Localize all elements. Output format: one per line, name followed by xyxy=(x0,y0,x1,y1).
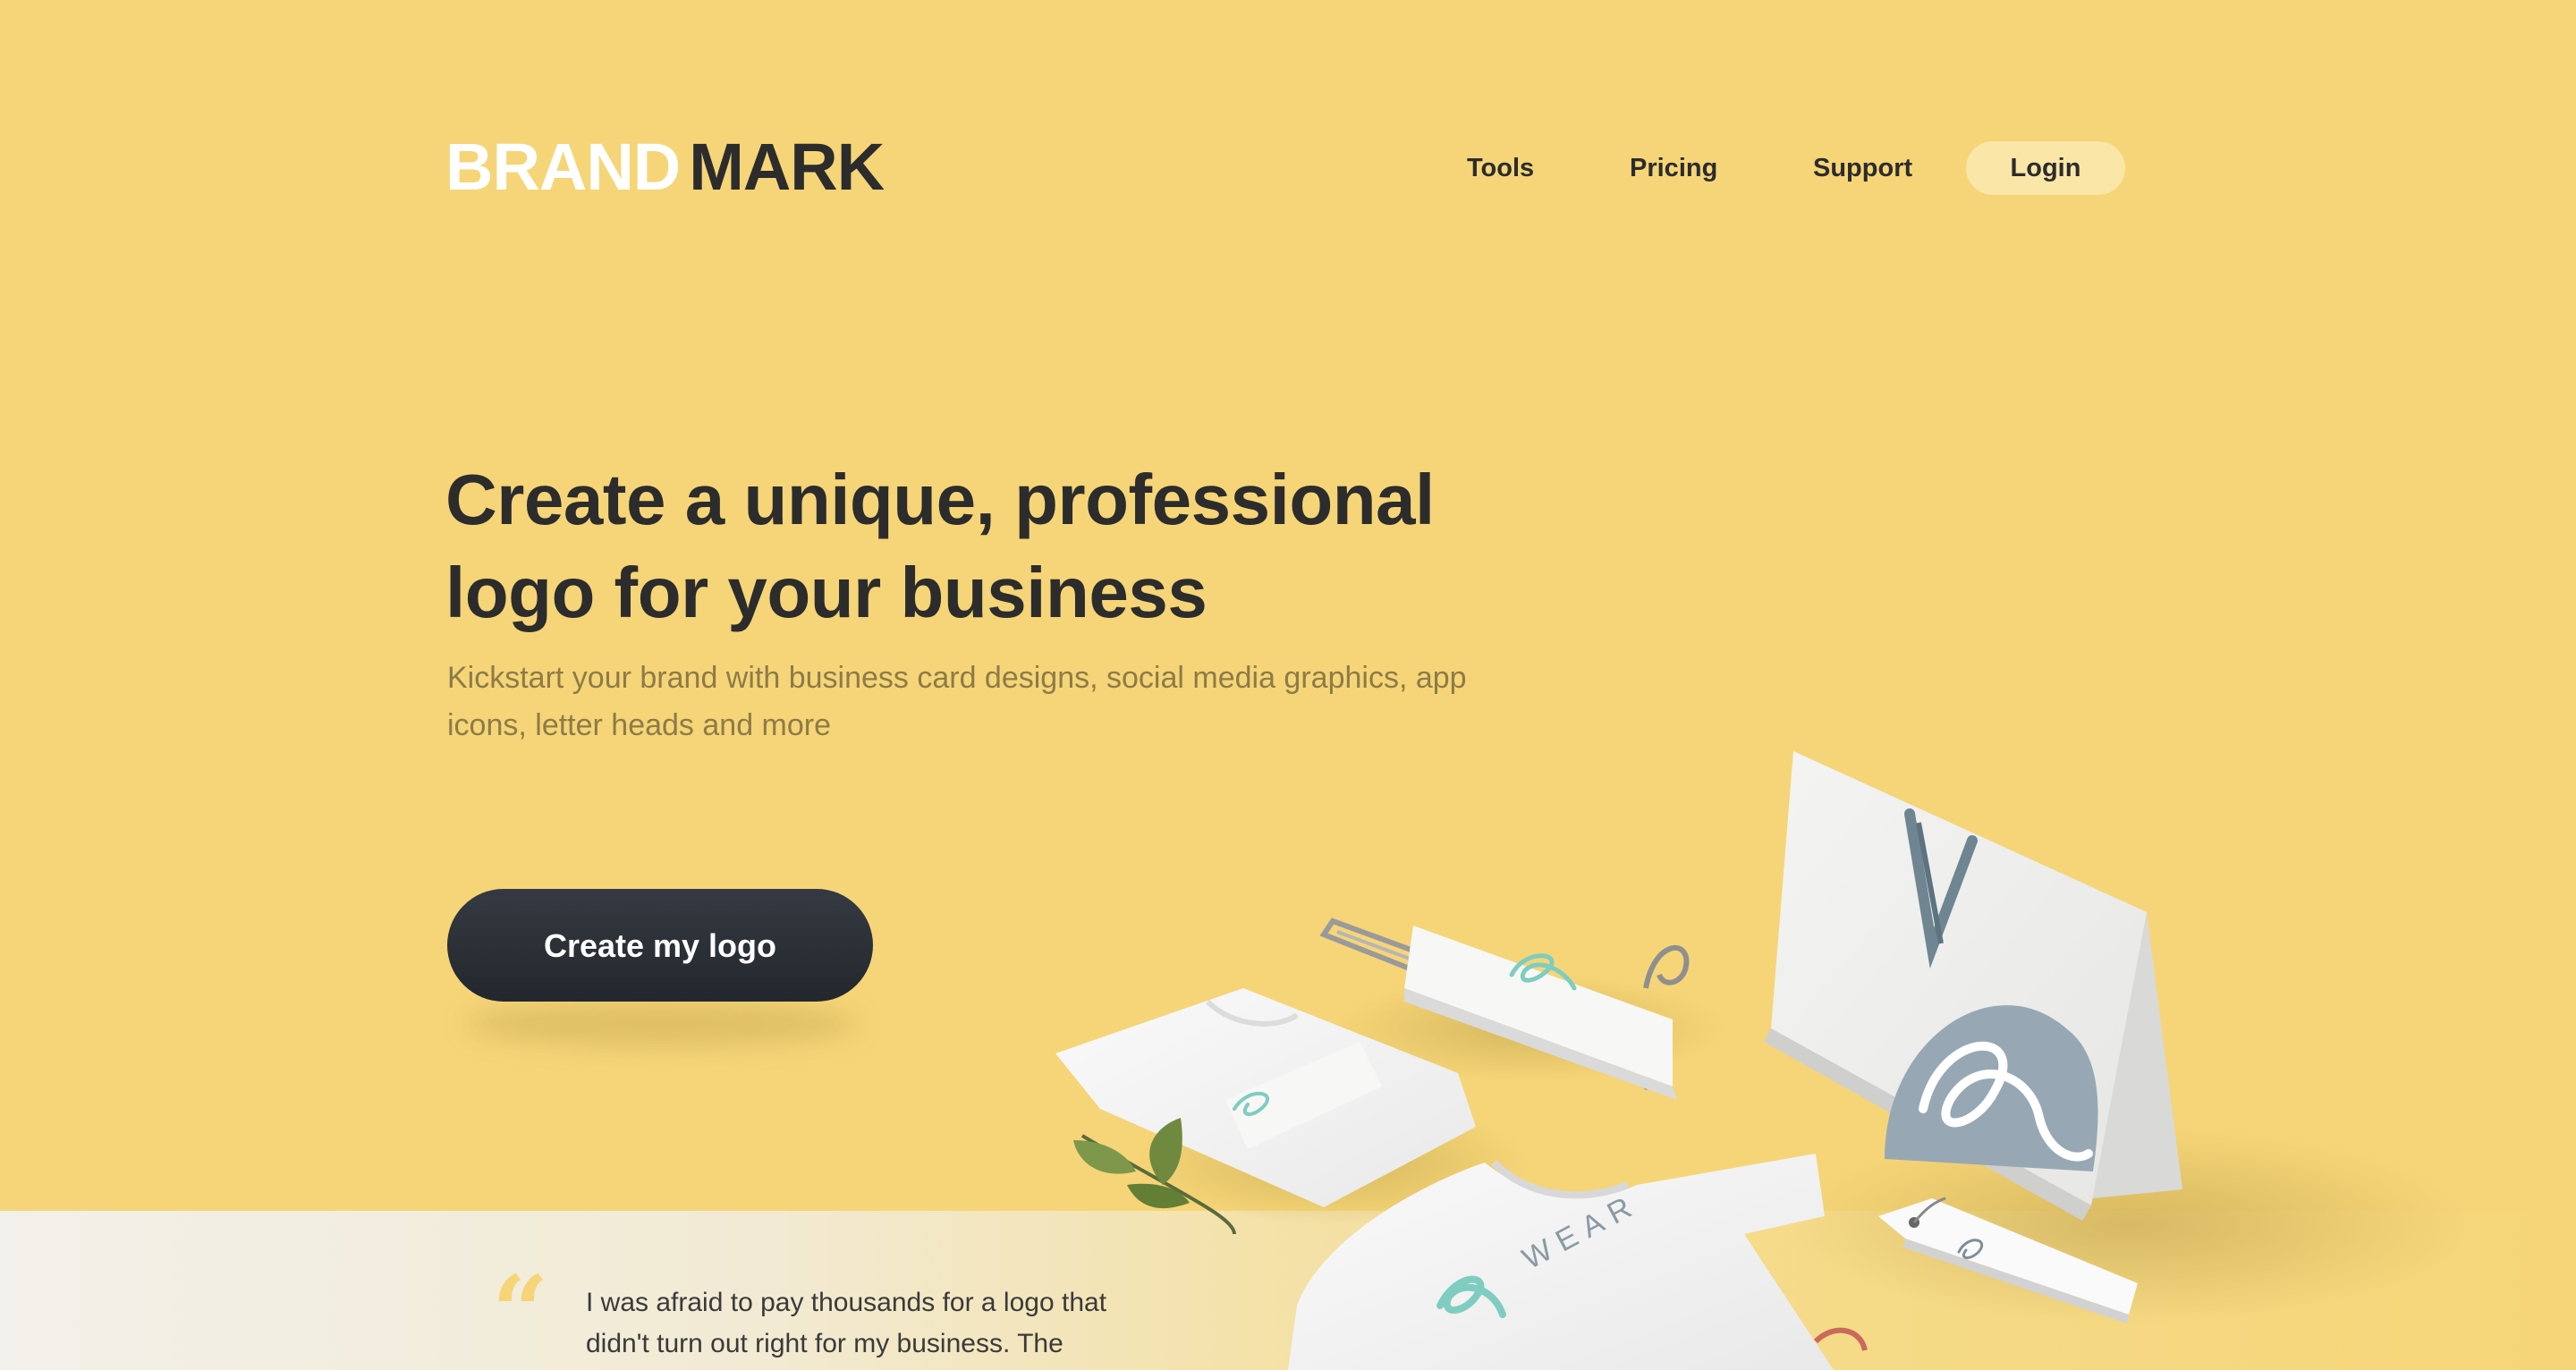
nav-support-link[interactable]: Support xyxy=(1813,141,1912,195)
login-button[interactable]: Login xyxy=(1966,141,2125,195)
brand-merchandise-illustration: WEAR xyxy=(1055,751,2469,1370)
logo-mark-text: MARK xyxy=(689,130,885,204)
quote-mark-icon: “ xyxy=(492,1254,549,1369)
nav-tools-link[interactable]: Tools xyxy=(1467,141,1534,195)
cta-shadow xyxy=(465,1002,859,1046)
hero-title: Create a unique, professional logo for y… xyxy=(445,460,1435,632)
shopping-bag xyxy=(1764,751,2182,1221)
main-nav: Tools Pricing Support Login xyxy=(1422,141,2138,195)
logo-brand-text: BRAND xyxy=(445,130,681,204)
create-logo-button[interactable]: Create my logo xyxy=(447,889,873,1002)
brandmark-logo[interactable]: BRAND MARK xyxy=(445,134,885,200)
nav-pricing-link[interactable]: Pricing xyxy=(1630,141,1717,195)
